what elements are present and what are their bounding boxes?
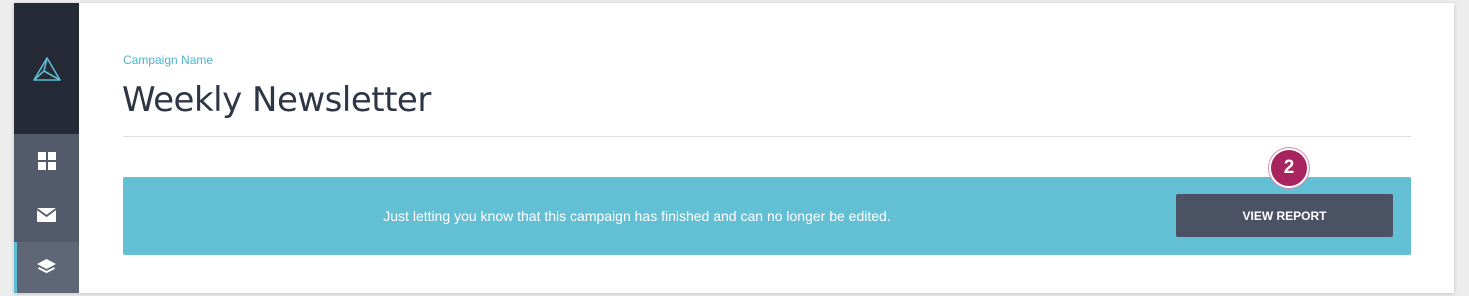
logo[interactable] [14,3,79,134]
envelope-icon [37,208,56,222]
page-title: Weekly Newsletter [122,80,431,120]
layers-icon [37,259,56,274]
triangle-logo-icon [32,56,61,81]
view-report-button[interactable]: VIEW REPORT [1176,194,1393,237]
sidebar [14,3,79,293]
sidebar-item-campaigns[interactable] [14,242,79,293]
campaign-name-label: Campaign Name [123,53,214,67]
campaign-finished-banner: Just letting you know that this campaign… [123,177,1411,255]
dashboard-grid-icon [37,152,56,170]
sidebar-item-dashboard[interactable] [14,134,79,188]
app-window: Campaign Name Weekly Newsletter Just let… [14,3,1454,293]
main-content: Campaign Name Weekly Newsletter Just let… [79,3,1454,293]
sidebar-item-email[interactable] [14,188,79,242]
divider [123,136,1411,137]
banner-message: Just letting you know that this campaign… [383,208,891,224]
step-badge: 2 [1269,148,1309,188]
